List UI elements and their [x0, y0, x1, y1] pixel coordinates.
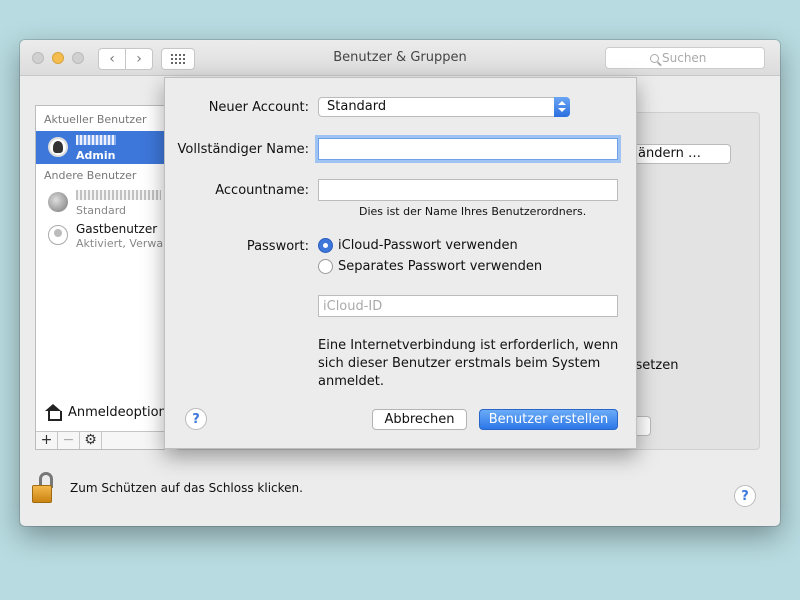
- fullname-field[interactable]: [318, 138, 618, 160]
- current-user-header: Aktueller Benutzer: [44, 113, 147, 126]
- lock-icon[interactable]: [30, 472, 56, 504]
- create-user-button[interactable]: Benutzer erstellen: [479, 409, 618, 430]
- login-options-item[interactable]: Anmeldeoption: [44, 404, 167, 421]
- info-text: Eine Internetverbindung ist erforderlich…: [318, 338, 619, 389]
- account-type-label: Neuer Account:: [208, 100, 309, 115]
- accountname-field[interactable]: [318, 179, 618, 201]
- list-toolbar: + − ⚙: [36, 431, 164, 449]
- user-name-redacted: [76, 134, 116, 148]
- radio-separate-password[interactable]: Separates Passwort verwenden: [318, 259, 542, 274]
- gear-icon[interactable]: ⚙: [80, 432, 102, 449]
- help-button[interactable]: ?: [734, 485, 756, 507]
- search-icon: [650, 54, 659, 63]
- fullname-label: Vollständiger Name:: [177, 142, 309, 157]
- guest-avatar: [48, 225, 68, 245]
- lock-row: Zum Schützen auf das Schloss klicken.: [30, 472, 303, 504]
- new-account-sheet: Neuer Account: Standard Vollständiger Na…: [164, 77, 637, 449]
- icloud-id-field[interactable]: [318, 295, 618, 317]
- avatar: [48, 137, 68, 157]
- account-type-select[interactable]: Standard: [318, 97, 570, 117]
- lock-text: Zum Schützen auf das Schloss klicken.: [70, 481, 303, 495]
- user-row-standard[interactable]: Standard: [36, 186, 165, 219]
- user-role: Admin: [76, 149, 116, 162]
- select-arrows-icon: [554, 97, 570, 117]
- login-options-label: Anmeldeoption: [68, 404, 167, 420]
- radio-icloud-label: iCloud-Passwort verwenden: [338, 238, 518, 253]
- radio-icloud-password[interactable]: iCloud-Passwort verwenden: [318, 238, 518, 253]
- radio-separate-label: Separates Passwort verwenden: [338, 259, 543, 274]
- radio-selected-icon: [318, 238, 333, 253]
- accountname-hint: Dies ist der Name Ihres Benutzerordners.: [359, 205, 587, 218]
- search-field[interactable]: Suchen: [605, 47, 765, 69]
- title-bar: ‹ › Benutzer & Gruppen Suchen: [20, 40, 780, 76]
- user-list: Aktueller Benutzer Admin Andere Benutzer…: [35, 105, 171, 450]
- user-role: Standard: [76, 204, 127, 217]
- password-label: Passwort:: [246, 239, 309, 254]
- user-row-admin[interactable]: Admin: [36, 131, 165, 164]
- user-role: Aktiviert, Verwalt: [76, 237, 171, 250]
- radio-unselected-icon: [318, 259, 333, 274]
- other-users-header: Andere Benutzer: [44, 169, 137, 182]
- change-password-button[interactable]: ändern …: [631, 144, 731, 164]
- user-name: Gastbenutzer: [76, 222, 158, 236]
- sheet-help-button[interactable]: ?: [185, 408, 207, 430]
- house-icon: [44, 404, 62, 421]
- add-user-button[interactable]: +: [36, 432, 58, 449]
- remove-user-button[interactable]: −: [58, 432, 80, 449]
- user-name-redacted: [76, 189, 161, 203]
- accountname-label: Accountname:: [215, 183, 309, 198]
- avatar: [48, 192, 68, 212]
- user-row-guest[interactable]: Gastbenutzer Aktiviert, Verwalt: [36, 219, 171, 252]
- account-type-value: Standard: [327, 99, 387, 114]
- cancel-button[interactable]: Abbrechen: [372, 409, 467, 430]
- search-placeholder: Suchen: [662, 51, 707, 65]
